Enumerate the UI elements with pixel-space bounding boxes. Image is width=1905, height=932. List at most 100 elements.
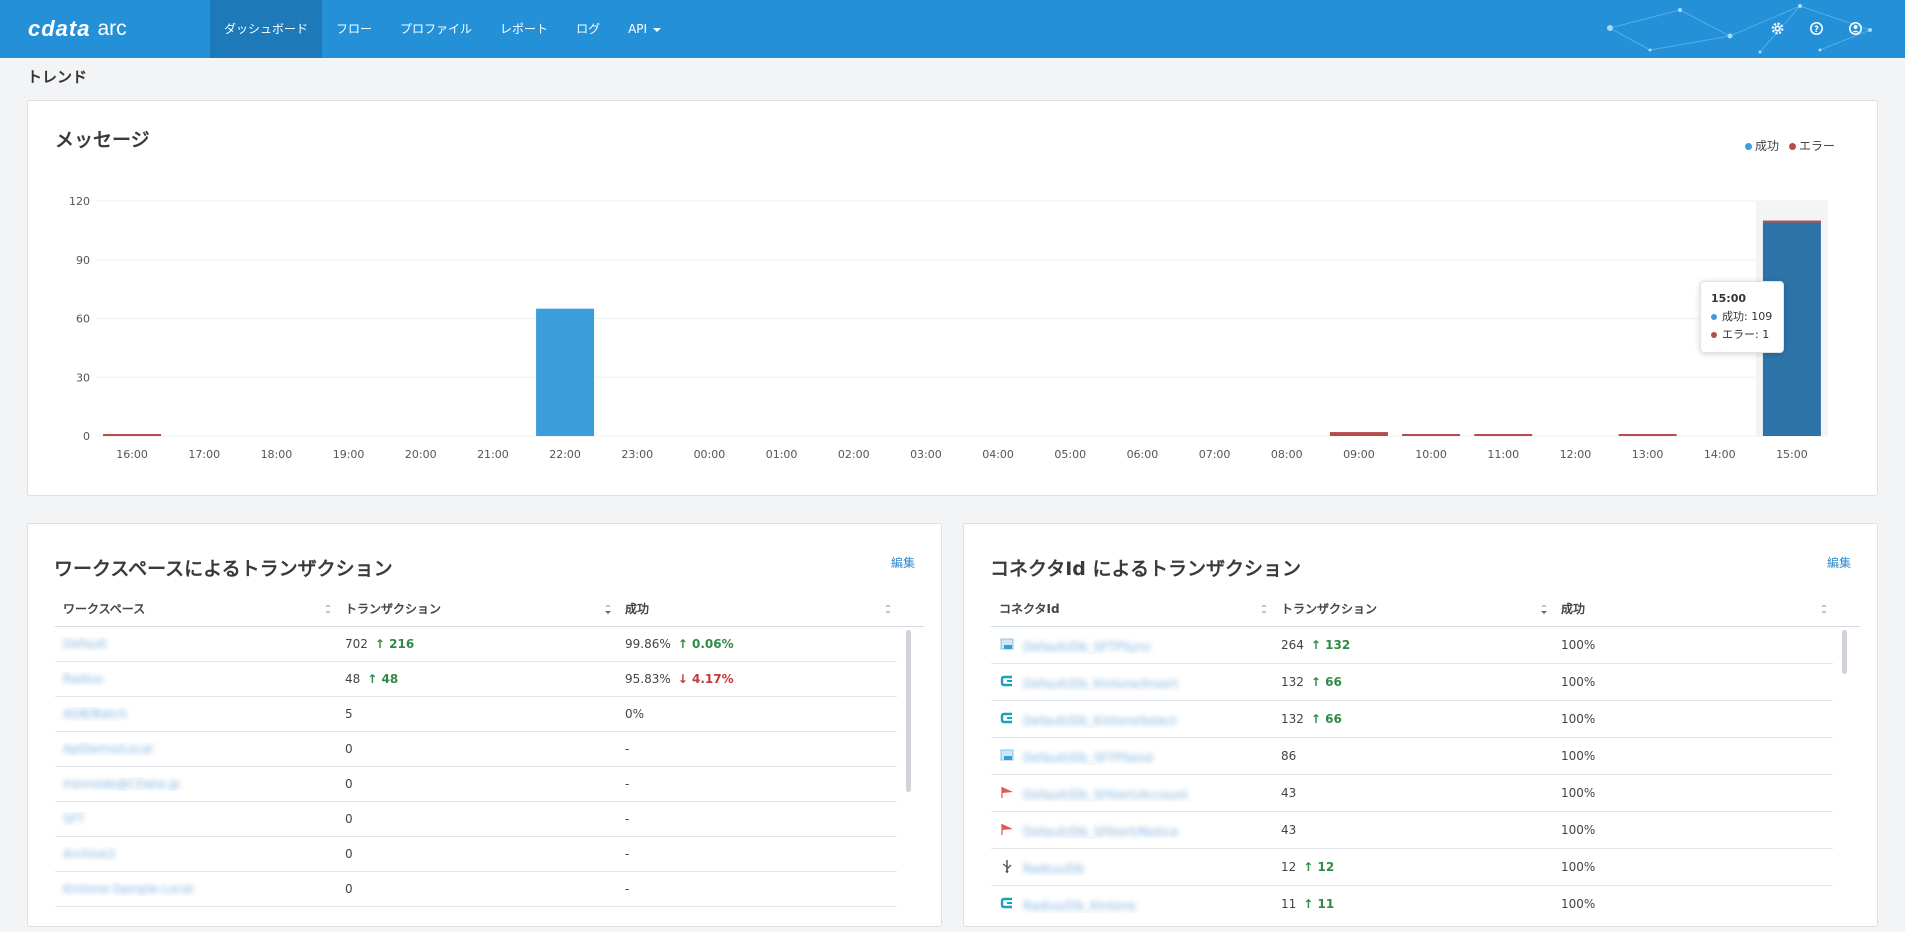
cdata-connector-icon [999,896,1015,913]
transaction-count: 0 [345,812,353,826]
column-header-success[interactable]: 成功 [1553,592,1833,626]
transaction-count-cell: 0 [337,847,617,861]
table-row[interactable]: Default/Db_SFAlert/Account 43 100% [991,775,1833,812]
transaction-count: 264 [1281,638,1304,652]
table-row[interactable]: ADB/Batch 5 0% [55,697,897,732]
tooltip-success-row: 成功: 109 [1711,308,1773,326]
transaction-count: 43 [1281,786,1297,800]
success-rate-cell: - [617,742,897,756]
app-logo[interactable]: cdata arc [28,14,127,44]
transaction-delta: ↑ 132 [1311,638,1350,652]
workspace-edit-link[interactable]: 編集 [891,554,915,571]
sort-icon [1821,604,1827,614]
workspace-name-cell: SFT [55,812,337,826]
table-row[interactable]: Radius/Db 12 ↑ 12 100% [991,849,1833,886]
workspace-name-cell: ApiDemo/Local [55,742,337,756]
nav-item-4[interactable]: ログ [562,0,614,58]
connector-link: Default/Db_SFAlert/Notice [1023,824,1179,839]
connector-id-cell: Default/Db_SFTPSend [991,748,1273,765]
connector-id-cell: Default/Db_SFAlert/Account [991,785,1273,802]
sort-icon [325,604,331,614]
bar-error [103,434,162,436]
connector-id-cell: Default/Db_Kintone/Insert [991,674,1273,691]
user-icon[interactable] [1846,19,1865,38]
transaction-count: 0 [345,742,353,756]
transaction-delta: ↑ 48 [367,672,398,686]
column-header-success[interactable]: 成功 [617,592,897,626]
nav-item-5[interactable]: API [614,0,675,58]
success-rate: - [625,742,630,756]
table-row[interactable]: Archive2 0 - [55,837,897,872]
table-row[interactable]: Default 702 ↑ 216 99.86% ↑ 0.06% [55,627,897,662]
workspace-link: ADB/Batch [63,707,128,721]
gear-icon[interactable] [1768,19,1787,38]
table-row[interactable]: Radius/Db_Kintone 11 ↑ 11 100% [991,886,1833,920]
column-header-transactions-label: トランザクション [345,602,442,616]
table-row[interactable]: Default/Db_SFAlert/Notice 43 100% [991,812,1833,849]
nav-item-label: ダッシュボード [224,22,309,36]
x-tick-label: 13:00 [1632,448,1664,461]
connector-table-body: Default/Db_SFTPSync 264 ↑ 132 100% Default/D… [991,627,1833,920]
nav-item-0[interactable]: ダッシュボード [210,0,323,58]
column-header-transactions[interactable]: トランザクション [337,592,617,626]
connector-id-cell: Radius/Db [991,859,1273,876]
connector-table-scrollbar[interactable] [1842,630,1847,674]
y-tick-label: 60 [76,313,90,326]
nav-item-1[interactable]: フロー [322,0,386,58]
table-row[interactable]: Default/Db_KintoneSelect 132 ↑ 66 100% [991,701,1833,738]
transaction-count-cell: 43 [1273,786,1553,800]
cdata-connector-icon [999,674,1015,691]
x-tick-label: 17:00 [188,448,220,461]
workspace-table-body: Default 702 ↑ 216 99.86% ↑ 0.06% Radius 48 ↑ 48… [55,627,897,920]
success-rate: - [625,777,630,791]
success-rate: 100% [1561,823,1596,837]
column-header-workspace[interactable]: ワークスペース [55,592,337,626]
table-row[interactable]: Default/Db_SFTPSync 264 ↑ 132 100% [991,627,1833,664]
table-row[interactable]: SFT 0 - [55,802,897,837]
flag-icon [999,822,1015,839]
connector-link: Default/Db_Kintone/Insert [1023,676,1179,691]
table-row[interactable]: Kintone-Sample-Local 0 - [55,872,897,907]
y-tick-label: 0 [83,430,90,443]
transaction-delta: ↑ 66 [1311,712,1342,726]
column-header-connector-id[interactable]: コネクタId [991,592,1273,626]
workspace-table-scrollbar[interactable] [906,630,911,792]
nav-item-label: ログ [576,22,601,36]
file-icon [999,748,1015,765]
nav-item-3[interactable]: レポート [486,0,562,58]
help-icon[interactable]: ? [1807,19,1826,38]
transaction-delta: ↑ 11 [1303,897,1334,911]
connector-id-cell: Radius/Db_Kintone [991,896,1273,913]
transaction-count: 86 [1281,749,1297,763]
transaction-count-cell: 0 [337,812,617,826]
table-row[interactable]: Default/Db_SFTPSend 86 100% [991,738,1833,775]
table-row[interactable]: ApiDemo/Local 0 - [55,732,897,767]
transaction-count: 132 [1281,675,1304,689]
arrow-up-icon: ↑ [677,637,692,651]
connector-edit-link[interactable]: 編集 [1827,554,1851,571]
success-rate-delta: ↓ 4.17% [678,672,734,686]
table-row[interactable]: Default/Db_Kintone/Insert 132 ↑ 66 100% [991,664,1833,701]
success-rate: 100% [1561,860,1596,874]
nav-item-label: レポート [500,22,549,36]
transaction-count: 0 [345,882,353,896]
x-tick-label: 23:00 [621,448,653,461]
transaction-count-cell: 0 [337,742,617,756]
nav-item-2[interactable]: プロファイル [386,0,486,58]
column-header-transactions[interactable]: トランザクション [1273,592,1553,626]
bar-success [536,308,595,436]
y-tick-label: 90 [76,254,90,267]
tooltip-time: 15:00 [1711,292,1747,305]
success-rate: 100% [1561,638,1596,652]
success-rate: 100% [1561,786,1596,800]
transaction-delta-value: 132 [1325,638,1351,652]
x-tick-label: 15:00 [1776,448,1808,461]
x-tick-label: 22:00 [549,448,581,461]
nav-item-label: フロー [336,22,373,36]
flag-icon [999,785,1015,802]
transaction-count: 5 [345,707,353,721]
table-row[interactable]: Ironnode@CData.jp 0 - [55,767,897,802]
table-row[interactable]: Radius 48 ↑ 48 95.83% ↓ 4.17% [55,662,897,697]
workspace-link: Radius [63,672,104,686]
connector-id-cell: Default/Db_KintoneSelect [991,711,1273,728]
